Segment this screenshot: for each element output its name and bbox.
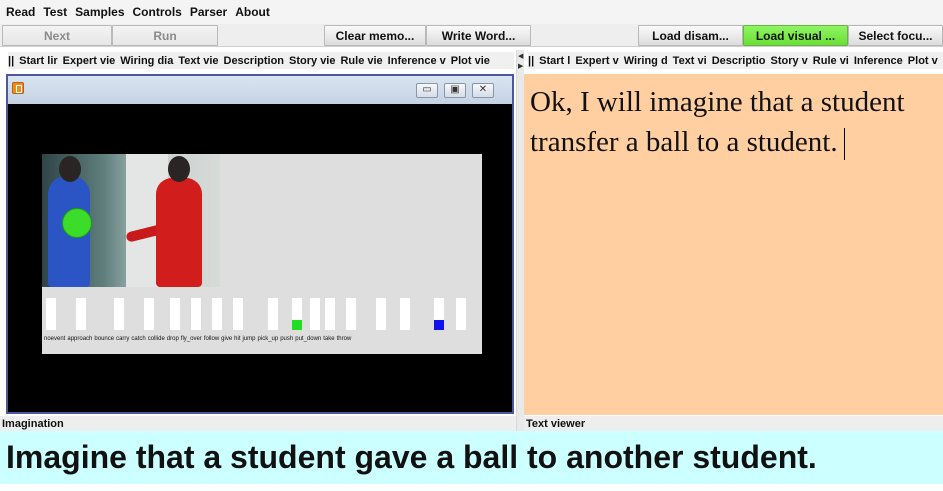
imagination-label: Imagination	[0, 416, 516, 431]
activity-bar-follow	[268, 298, 278, 330]
maximize-icon[interactable]: ▣	[444, 83, 466, 98]
right-tab-inference-viewer[interactable]: Inference	[854, 55, 903, 67]
text-viewer-text: Ok, I will imagine that a student transf…	[530, 86, 905, 158]
activity-label-noevent: noevent	[44, 336, 66, 342]
right-tab-rule-viewer[interactable]: Rule vi	[813, 55, 849, 67]
activity-bar-throw	[456, 298, 466, 330]
activity-bar-drop	[212, 298, 222, 330]
select-focus-button[interactable]: Select focu...	[848, 25, 943, 46]
left-tab-strip: || Start lir Expert vie Wiring dia Text …	[8, 52, 514, 69]
menu-controls[interactable]: Controls	[133, 5, 182, 19]
activity-label-hit: hit	[234, 336, 241, 342]
text-viewer-label: Text viewer	[524, 416, 943, 431]
activity-label-jump: jump	[242, 336, 256, 342]
activity-bar-pick_up	[346, 298, 356, 330]
right-tab-strip: || Start l Expert v Wiring d Text vi Des…	[528, 52, 943, 69]
java-app-icon	[12, 82, 24, 94]
left-tab-handle[interactable]: ||	[8, 55, 14, 67]
close-icon[interactable]: ✕	[472, 83, 494, 98]
activity-bar-put_down	[400, 298, 410, 330]
right-tab-wiring-diagram[interactable]: Wiring d	[624, 55, 668, 67]
text-caret	[843, 128, 845, 161]
menu-read[interactable]: Read	[6, 5, 35, 19]
activity-bar-carry	[144, 298, 154, 330]
activity-bar-hit	[310, 298, 320, 330]
left-tab-text-viewer[interactable]: Text vie	[178, 55, 218, 67]
right-tab-start-listener[interactable]: Start l	[539, 55, 570, 67]
split-pane-divider[interactable]: ◀ ▶	[516, 50, 524, 431]
activity-bar-catch	[170, 298, 180, 330]
activity-label-push: push	[280, 336, 294, 342]
right-tab-plot-viewer[interactable]: Plot v	[908, 55, 938, 67]
activity-label-catch: catch	[131, 336, 146, 342]
activity-label-throw: throw	[336, 336, 352, 342]
activity-label-give: give	[221, 336, 233, 342]
activity-label-drop: drop	[166, 336, 179, 342]
menu-parser[interactable]: Parser	[190, 5, 227, 19]
command-text[interactable]: Imagine that a student gave a ball to an…	[0, 431, 943, 484]
right-tab-expert-viewer[interactable]: Expert v	[575, 55, 618, 67]
text-viewer-panel[interactable]: Ok, I will imagine that a student transf…	[524, 74, 943, 415]
activity-label-take: take	[323, 336, 335, 342]
right-tab-handle[interactable]: ||	[528, 55, 534, 67]
divider-left-arrow-icon[interactable]: ◀	[518, 52, 523, 60]
imagination-canvas: noevent approach bounce carry catch collide dr…	[42, 154, 482, 354]
activity-bar-chart: noevent approach bounce carry catch collide dr…	[42, 294, 482, 354]
left-tab-description[interactable]: Description	[224, 55, 285, 67]
load-disambiguation-button[interactable]: Load disam...	[638, 25, 743, 46]
imagination-internal-frame: ▭ ▣ ✕ noevent approach bounce carry catch col…	[6, 74, 514, 414]
activity-bar-noevent	[46, 298, 56, 330]
left-tab-plot-viewer[interactable]: Plot vie	[451, 55, 490, 67]
right-tab-story-viewer[interactable]: Story v	[771, 55, 808, 67]
activity-bar-jump	[325, 298, 335, 330]
activity-label-fly_over: fly_over	[180, 336, 202, 342]
right-tab-description[interactable]: Descriptio	[712, 55, 766, 67]
minimize-icon[interactable]: ▭	[416, 83, 438, 98]
clear-memory-button[interactable]: Clear memo...	[324, 25, 426, 46]
activity-label-bounce: bounce	[94, 336, 115, 342]
activity-bar-approach	[76, 298, 86, 330]
activity-label-pick_up: pick_up	[257, 336, 279, 342]
text-viewer-content[interactable]: Ok, I will imagine that a student transf…	[530, 82, 920, 162]
left-tab-expert-viewer[interactable]: Expert vie	[63, 55, 116, 67]
activity-label-follow: follow	[203, 336, 220, 342]
menu-bar: Read Test Samples Controls Parser About	[0, 0, 943, 24]
menu-about[interactable]: About	[235, 5, 270, 19]
activity-label-collide: collide	[147, 336, 165, 342]
left-tab-start-listener[interactable]: Start lir	[19, 55, 58, 67]
write-word-button[interactable]: Write Word...	[426, 25, 531, 46]
toolbar: Next Run Clear memo... Write Word... Loa…	[0, 24, 943, 47]
activity-label-carry: carry	[116, 336, 130, 342]
green-ball	[62, 208, 92, 238]
load-visual-button[interactable]: Load visual ...	[743, 25, 848, 46]
video-frame	[42, 154, 220, 287]
internal-frame-titlebar[interactable]: ▭ ▣ ✕	[8, 76, 512, 104]
left-tab-rule-viewer[interactable]: Rule vie	[340, 55, 382, 67]
next-button[interactable]: Next	[2, 25, 112, 46]
activity-label-put_down: put_down	[295, 336, 322, 342]
activity-bar-push	[376, 298, 386, 330]
menu-test[interactable]: Test	[43, 5, 67, 19]
divider-right-arrow-icon[interactable]: ▶	[518, 62, 523, 70]
left-tab-wiring-diagram[interactable]: Wiring dia	[120, 55, 173, 67]
activity-label-approach: approach	[67, 336, 93, 342]
activity-marker-give	[292, 320, 302, 330]
run-button[interactable]: Run	[112, 25, 218, 46]
activity-bar-collide	[191, 298, 201, 330]
activity-bar-fly_over	[233, 298, 243, 330]
activity-bar-bounce	[114, 298, 124, 330]
right-tab-text-viewer[interactable]: Text vi	[673, 55, 707, 67]
student-right-figure	[156, 178, 202, 287]
left-tab-inference-viewer[interactable]: Inference v	[388, 55, 446, 67]
status-strip	[0, 484, 943, 491]
left-tab-story-viewer[interactable]: Story vie	[289, 55, 335, 67]
canvas-margin	[8, 356, 512, 412]
menu-samples[interactable]: Samples	[75, 5, 124, 19]
activity-marker-take	[434, 320, 444, 330]
